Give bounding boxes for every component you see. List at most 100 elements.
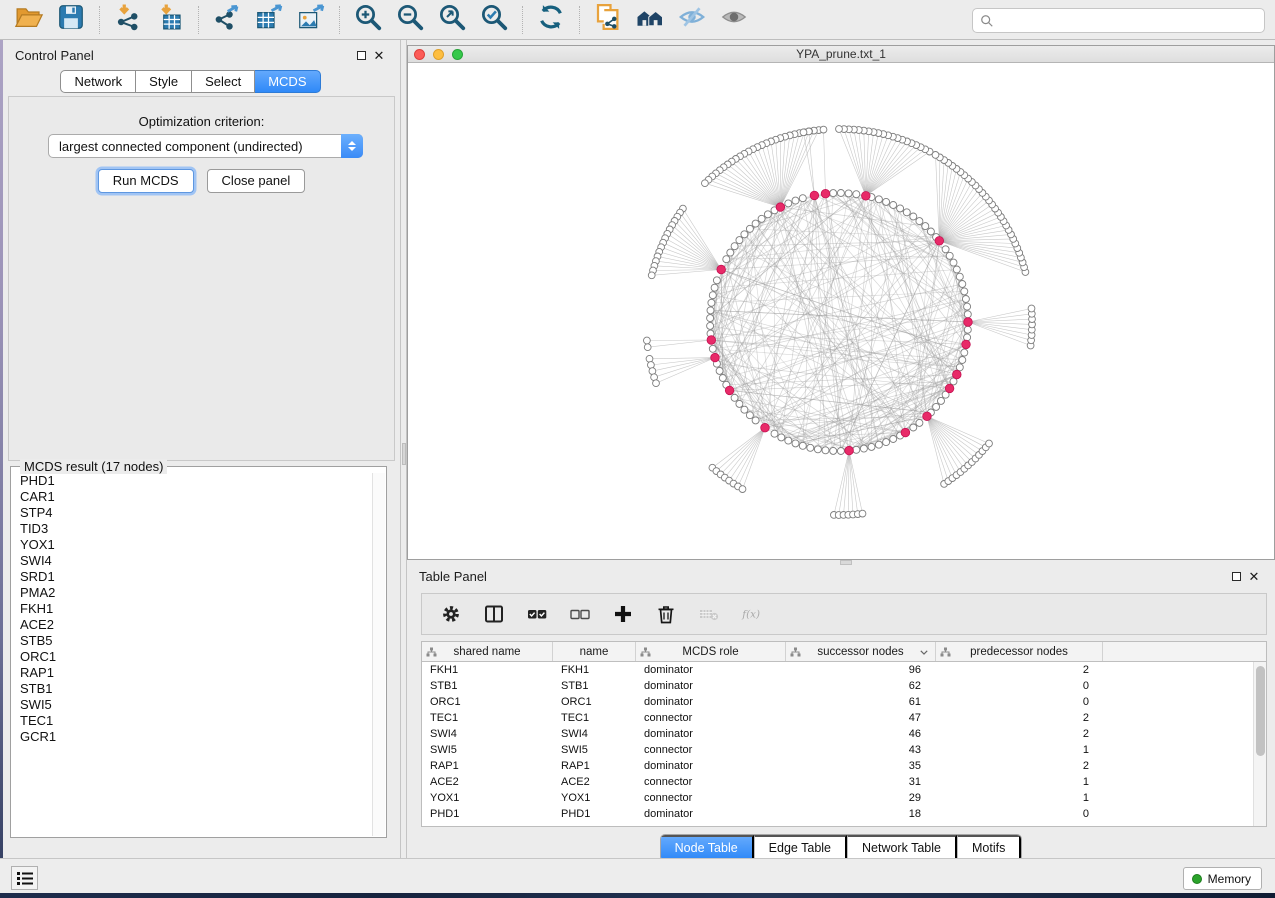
column-header-shared-name[interactable]: shared name: [422, 642, 553, 661]
memory-button[interactable]: Memory: [1183, 867, 1262, 890]
result-item[interactable]: TEC1: [12, 713, 372, 729]
table-row[interactable]: SWI5SWI5connector431: [422, 742, 1253, 758]
result-item[interactable]: ACE2: [12, 617, 372, 633]
search-input[interactable]: [994, 11, 1264, 31]
close-table-panel-button[interactable]: ✕: [1245, 567, 1263, 585]
result-item[interactable]: RAP1: [12, 665, 372, 681]
result-item[interactable]: STB1: [12, 681, 372, 697]
import-network-button[interactable]: [107, 2, 149, 38]
result-item[interactable]: STB5: [12, 633, 372, 649]
float-icon: [1232, 572, 1241, 581]
select-all-checkboxes-button[interactable]: [524, 601, 550, 627]
export-table-button[interactable]: [248, 2, 290, 38]
table-row[interactable]: FKH1FKH1dominator962: [422, 662, 1253, 678]
column-view-button[interactable]: [481, 601, 507, 627]
toolbar-divider: [339, 6, 340, 34]
result-item[interactable]: TID3: [12, 521, 372, 537]
table-row[interactable]: SWI4SWI4dominator462: [422, 726, 1253, 742]
table-row[interactable]: ORC1ORC1dominator610: [422, 694, 1253, 710]
criterion-select[interactable]: largest connected component (undirected): [48, 134, 363, 158]
table-cell: ORC1: [553, 694, 636, 710]
table-row[interactable]: TEC1TEC1connector472: [422, 710, 1253, 726]
show-all-button[interactable]: [713, 2, 755, 38]
result-list-scrollbar[interactable]: [372, 473, 385, 836]
run-mcds-button[interactable]: Run MCDS: [98, 169, 194, 193]
export-image-button[interactable]: [290, 2, 332, 38]
table-cell: 2: [936, 758, 1103, 774]
table-cell: 62: [786, 678, 936, 694]
network-graph[interactable]: [408, 63, 1274, 559]
tab-mcds[interactable]: MCDS: [255, 70, 320, 93]
result-item[interactable]: CAR1: [12, 489, 372, 505]
close-window-button[interactable]: [414, 49, 425, 60]
table-row[interactable]: ACE2ACE2connector311: [422, 774, 1253, 790]
network-window-titlebar[interactable]: YPA_prune.txt_1: [408, 46, 1274, 63]
column-type-icon: [426, 647, 437, 657]
group-nodes-button[interactable]: [629, 2, 671, 38]
add-column-button[interactable]: [610, 601, 636, 627]
float-panel-button[interactable]: [352, 46, 370, 64]
hide-selected-button[interactable]: [671, 2, 713, 38]
result-item[interactable]: SRD1: [12, 569, 372, 585]
table-cell: 35: [786, 758, 936, 774]
task-history-button[interactable]: [11, 866, 38, 890]
table-cell: RAP1: [553, 758, 636, 774]
result-item[interactable]: ORC1: [12, 649, 372, 665]
delete-table-button[interactable]: [696, 601, 722, 627]
table-cell: dominator: [636, 662, 786, 678]
zoom-fit-button[interactable]: [431, 2, 473, 38]
table-panel-titlebar: Table Panel ✕: [407, 563, 1275, 589]
table-cell: FKH1: [553, 662, 636, 678]
table-row[interactable]: PHD1PHD1dominator180: [422, 806, 1253, 822]
apply-layout-button[interactable]: [530, 2, 572, 38]
tab-style[interactable]: Style: [136, 70, 192, 93]
zoom-in-button[interactable]: [347, 2, 389, 38]
main-toolbar: [0, 0, 1275, 40]
export-network-button[interactable]: [206, 2, 248, 38]
first-neighbors-button[interactable]: [587, 2, 629, 38]
result-item[interactable]: GCR1: [12, 729, 372, 745]
eye-slash-icon: [677, 2, 707, 37]
open-session-button[interactable]: [8, 2, 50, 38]
column-header-name[interactable]: name: [553, 642, 636, 661]
result-item[interactable]: YOX1: [12, 537, 372, 553]
column-header-predecessor-nodes[interactable]: predecessor nodes: [936, 642, 1103, 661]
column-header-label: shared name: [453, 646, 520, 658]
delete-column-button[interactable]: [653, 601, 679, 627]
function-builder-button[interactable]: f(x): [739, 601, 765, 627]
network-canvas[interactable]: [408, 63, 1274, 559]
table-scrollbar[interactable]: [1253, 662, 1266, 826]
table-row[interactable]: STB1STB1dominator620: [422, 678, 1253, 694]
close-mcds-button[interactable]: Close panel: [207, 169, 306, 193]
table-row[interactable]: RAP1RAP1dominator352: [422, 758, 1253, 774]
scrollbar-thumb[interactable]: [1256, 666, 1265, 756]
column-header-successor-nodes[interactable]: successor nodes: [786, 642, 936, 661]
open-folder-icon: [14, 2, 44, 37]
result-item[interactable]: STP4: [12, 505, 372, 521]
float-table-panel-button[interactable]: [1227, 567, 1245, 585]
tab-select[interactable]: Select: [192, 70, 255, 93]
maximize-window-button[interactable]: [452, 49, 463, 60]
result-item[interactable]: FKH1: [12, 601, 372, 617]
result-item[interactable]: SWI5: [12, 697, 372, 713]
deselect-checkboxes-button[interactable]: [567, 601, 593, 627]
result-item[interactable]: PMA2: [12, 585, 372, 601]
horizontal-splitter-grip[interactable]: [840, 560, 852, 565]
import-table-button[interactable]: [149, 2, 191, 38]
column-header-filler: [1103, 642, 1266, 661]
save-session-button[interactable]: [50, 2, 92, 38]
settings-gear-button[interactable]: [438, 601, 464, 627]
sort-chevron-icon[interactable]: [920, 650, 928, 655]
minimize-window-button[interactable]: [433, 49, 444, 60]
result-item[interactable]: PHD1: [12, 473, 372, 489]
close-panel-button[interactable]: ✕: [370, 46, 388, 64]
column-header-MCDS-role[interactable]: MCDS role: [636, 642, 786, 661]
result-item[interactable]: SWI4: [12, 553, 372, 569]
table-row[interactable]: YOX1YOX1connector291: [422, 790, 1253, 806]
splitter-grip[interactable]: [402, 443, 406, 465]
tab-network[interactable]: Network: [60, 70, 136, 93]
vertical-splitter[interactable]: [400, 40, 407, 858]
zoom-out-button[interactable]: [389, 2, 431, 38]
save-floppy-icon: [56, 2, 86, 37]
zoom-selected-button[interactable]: [473, 2, 515, 38]
